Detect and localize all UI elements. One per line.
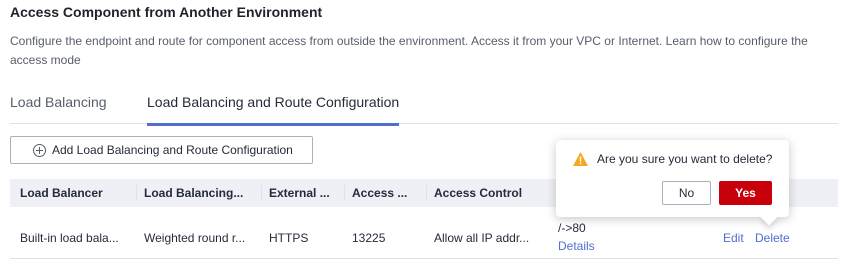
- tab-load-balancing-and-route[interactable]: Load Balancing and Route Configuration: [147, 94, 400, 126]
- cell-access-control: Allow all IP addr...: [434, 231, 530, 245]
- add-circle-icon: [33, 143, 46, 157]
- cell-external: HTTPS: [269, 231, 309, 245]
- cell-load-balancer: Built-in load bala...: [20, 231, 119, 245]
- warning-icon: [573, 152, 588, 166]
- details-link[interactable]: Details: [558, 239, 595, 253]
- cell-access: 13225: [352, 231, 386, 245]
- delete-confirm-popover: Are you sure you want to delete? No Yes: [556, 140, 789, 217]
- column-header-external[interactable]: External ...: [261, 179, 330, 207]
- column-header-access-control[interactable]: Access Control: [425, 179, 522, 207]
- yes-button[interactable]: Yes: [719, 181, 772, 205]
- column-header-load-balancer[interactable]: Load Balancer: [20, 179, 103, 207]
- delete-link[interactable]: Delete: [755, 231, 790, 245]
- add-button-label: Add Load Balancing and Route Configurati…: [52, 143, 293, 157]
- column-header-access[interactable]: Access ...: [343, 179, 407, 207]
- popover-message: Are you sure you want to delete?: [597, 152, 773, 166]
- tab-load-balancing[interactable]: Load Balancing: [10, 94, 107, 124]
- cell-load-balancing: Weighted round r...: [144, 231, 246, 245]
- section-description: Configure the endpoint and route for com…: [10, 32, 830, 70]
- edit-link[interactable]: Edit: [723, 231, 744, 245]
- tab-bar: Load Balancing Load Balancing and Route …: [10, 94, 838, 126]
- cell-route: /->80: [558, 221, 586, 235]
- section-title: Access Component from Another Environmen…: [10, 4, 323, 20]
- section-description-text: Configure the endpoint and route for com…: [10, 34, 808, 67]
- add-load-balancing-button[interactable]: Add Load Balancing and Route Configurati…: [10, 136, 313, 164]
- column-header-load-balancing[interactable]: Load Balancing...: [135, 179, 243, 207]
- no-button[interactable]: No: [662, 181, 711, 205]
